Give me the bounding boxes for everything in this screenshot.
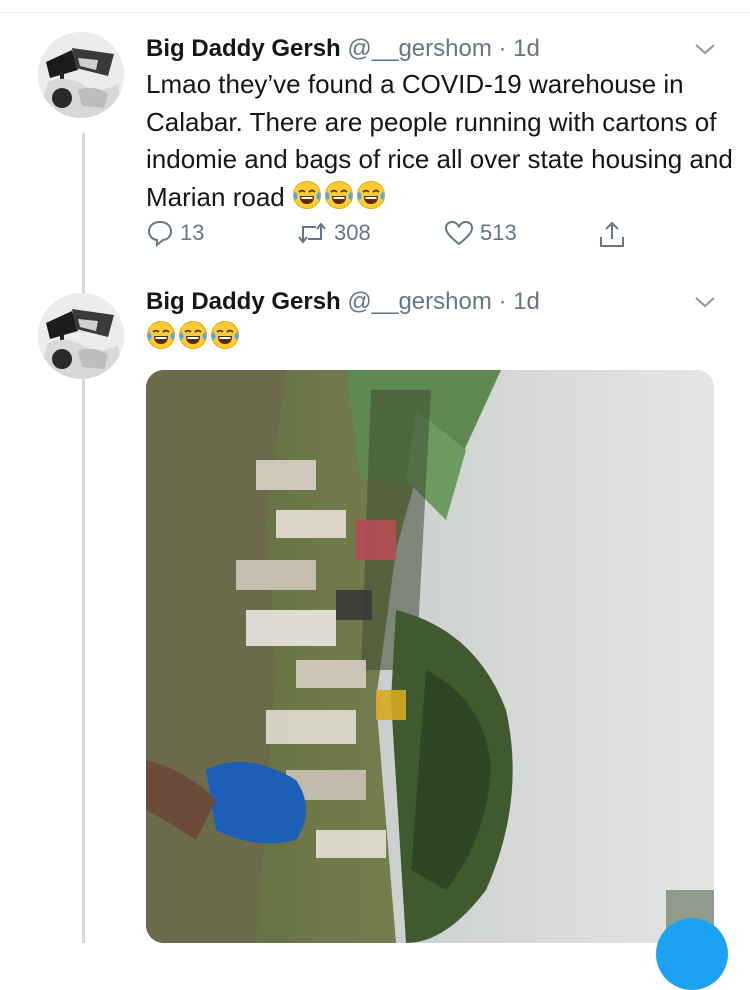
chevron-down-icon[interactable] xyxy=(693,40,717,58)
chevron-down-icon[interactable] xyxy=(693,293,717,311)
avatar-image xyxy=(38,32,124,118)
username[interactable]: @__gershom xyxy=(347,288,491,315)
retweet-count: 308 xyxy=(334,220,371,245)
timestamp[interactable]: 1d xyxy=(513,288,540,315)
tweet-emoji xyxy=(146,320,242,351)
thread-line xyxy=(82,133,85,943)
tweet-actions: 13 308 513 xyxy=(0,219,750,253)
avatar[interactable] xyxy=(38,293,124,379)
tweet-media-video[interactable] xyxy=(146,370,714,943)
reply-icon xyxy=(147,220,173,247)
like-count: 513 xyxy=(480,220,517,245)
display-name[interactable]: Big Daddy Gersh xyxy=(146,288,341,315)
face-with-tears-of-joy-icon xyxy=(210,320,240,350)
like-button[interactable]: 513 xyxy=(444,219,517,247)
tweet-text-content: Lmao they’ve found a COVID-19 warehouse … xyxy=(146,69,733,212)
display-name[interactable]: Big Daddy Gersh xyxy=(146,35,341,62)
video-frame-image xyxy=(146,370,714,943)
share-button[interactable] xyxy=(598,219,626,249)
tweet-header: Big Daddy Gersh @__gershom · 1d xyxy=(146,287,540,317)
reply-button[interactable]: 13 xyxy=(146,219,204,247)
separator: · xyxy=(498,35,507,62)
face-with-tears-of-joy-icon xyxy=(178,320,208,350)
face-with-tears-of-joy-icon xyxy=(324,180,354,210)
retweet-button[interactable]: 308 xyxy=(296,219,371,247)
face-with-tears-of-joy-icon xyxy=(356,180,386,210)
reply-count: 13 xyxy=(180,220,205,245)
compose-tweet-button[interactable] xyxy=(656,918,728,990)
face-with-tears-of-joy-icon xyxy=(146,320,176,350)
share-icon xyxy=(600,221,624,247)
top-divider xyxy=(0,12,750,13)
separator: · xyxy=(498,288,507,315)
face-with-tears-of-joy-icon xyxy=(292,180,322,210)
timestamp[interactable]: 1d xyxy=(513,35,540,62)
avatar-image xyxy=(38,293,124,379)
username[interactable]: @__gershom xyxy=(347,35,491,62)
retweet-icon xyxy=(298,222,326,244)
tweet-header: Big Daddy Gersh @__gershom · 1d xyxy=(146,34,540,64)
avatar[interactable] xyxy=(38,32,124,118)
heart-icon xyxy=(444,220,474,246)
tweet-text: Lmao they’ve found a COVID-19 warehouse … xyxy=(146,66,736,216)
